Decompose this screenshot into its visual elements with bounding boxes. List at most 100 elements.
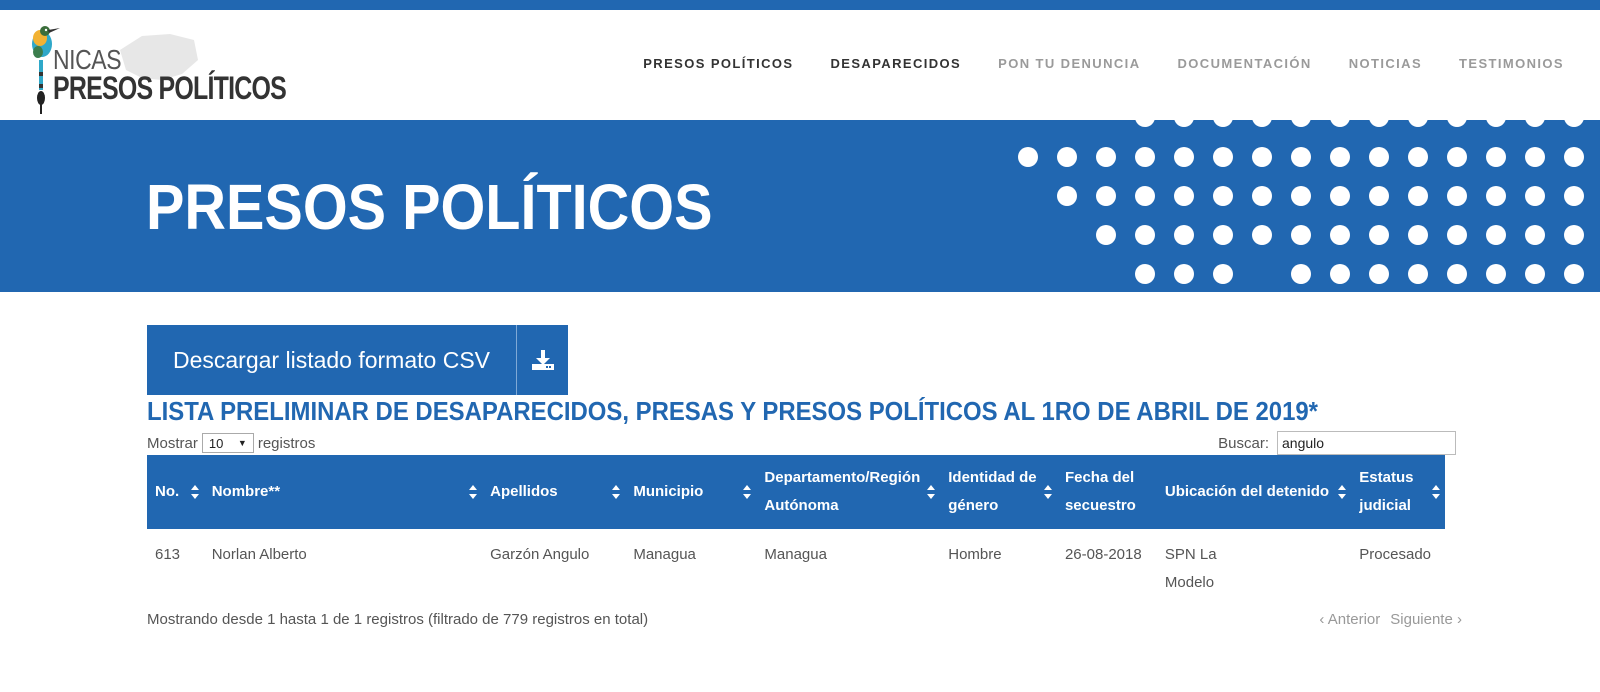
col-header-label: Ubicación del detenido [1164, 483, 1330, 500]
col-header-departamento[interactable]: Departamento/Región Autónoma [756, 455, 941, 529]
download-icon [516, 325, 568, 395]
decorative-dot [1135, 120, 1155, 127]
list-title: LISTA PRELIMINAR DE DESAPARECIDOS, PRESA… [147, 396, 1318, 426]
decorative-dot [1525, 186, 1545, 206]
decorative-dot [1408, 264, 1428, 284]
search-label: Buscar: [1218, 434, 1269, 452]
cell-genero: Hombre [948, 546, 1002, 563]
decorative-dot [1135, 147, 1155, 167]
decorative-dot [1174, 225, 1194, 245]
col-header-fecha[interactable]: Fecha del secuestro [1056, 455, 1157, 529]
download-csv-button[interactable]: Descargar listado formato CSV [147, 325, 568, 395]
decorative-dot [1408, 147, 1428, 167]
decorative-dot [1369, 120, 1389, 127]
cell-nombre: Norlan Alberto [211, 546, 307, 563]
col-header-estatus[interactable]: Estatus judicial [1351, 455, 1445, 529]
col-header-label: Fecha del secuestro [1064, 469, 1136, 514]
decorative-dot [1447, 147, 1467, 167]
top-bar [0, 0, 1600, 10]
decorative-dot [1096, 186, 1116, 206]
col-header-municipio[interactable]: Municipio [625, 455, 757, 529]
cell-no: 613 [155, 546, 181, 563]
table-row: 613 Norlan Alberto Garzón Angulo Managua… [147, 529, 1445, 609]
col-header-genero[interactable]: Identidad de género [940, 455, 1057, 529]
site-header: NICAS PRESOS POLÍTICOS PRESOS POLÍTICOS … [0, 10, 1600, 120]
nav-pon-tu-denuncia[interactable]: PON TU DENUNCIA [998, 56, 1140, 71]
decorative-dot [1486, 147, 1506, 167]
page-length-control: Mostrar 10 ▼ registros [147, 433, 315, 453]
decorative-dot [1096, 147, 1116, 167]
decorative-dot [1213, 264, 1233, 284]
decorative-dot [1486, 225, 1506, 245]
decorative-dot [1291, 264, 1311, 284]
cell-departamento: Managua [764, 546, 827, 563]
cell-ubicacion: SPN La Modelo [1164, 546, 1217, 591]
decorative-dot [1291, 120, 1311, 127]
decorative-dot [1291, 186, 1311, 206]
pagination-next[interactable]: Siguiente › [1390, 611, 1462, 628]
decorative-dot [1525, 120, 1545, 127]
decorative-dot [1213, 225, 1233, 245]
decorative-dot [1252, 225, 1272, 245]
hero-banner: PRESOS POLÍTICOS [0, 120, 1600, 292]
site-logo[interactable]: NICAS PRESOS POLÍTICOS [20, 18, 287, 118]
cell-municipio: Managua [633, 546, 696, 563]
col-header-no[interactable]: No. [147, 455, 204, 529]
col-header-label: Departamento/Región Autónoma [764, 469, 921, 514]
nav-documentacion[interactable]: DOCUMENTACIÓN [1177, 56, 1311, 71]
decorative-dot [1447, 186, 1467, 206]
decorative-dot [1018, 147, 1038, 167]
page-length-select[interactable]: 10 ▼ [201, 433, 254, 453]
decorative-dot [1252, 186, 1272, 206]
sort-icon [1043, 485, 1052, 499]
chevron-left-icon: ‹ [1319, 611, 1325, 628]
decorative-dot [1174, 120, 1194, 127]
nav-testimonios[interactable]: TESTIMONIOS [1459, 56, 1564, 71]
decorative-dot [1369, 147, 1389, 167]
chevron-right-icon: › [1457, 611, 1462, 628]
nav-noticias[interactable]: NOTICIAS [1349, 56, 1422, 71]
decorative-dot [1564, 225, 1584, 245]
sort-icon [1338, 485, 1347, 499]
decorative-dot [1564, 264, 1584, 284]
col-header-label: Identidad de género [948, 469, 1037, 514]
decorative-dot [1252, 147, 1272, 167]
sort-icon [612, 485, 621, 499]
decorative-dot [1213, 147, 1233, 167]
col-header-label: Apellidos [490, 483, 558, 500]
pagination-previous-label: Anterior [1327, 611, 1381, 628]
decorative-dot [1057, 147, 1077, 167]
decorative-dot [1291, 147, 1311, 167]
nav-desaparecidos[interactable]: DESAPARECIDOS [830, 56, 961, 71]
decorative-dot [1174, 264, 1194, 284]
col-header-apellidos[interactable]: Apellidos [482, 455, 626, 529]
col-header-label: Municipio [633, 483, 704, 500]
search-control: Buscar: [1218, 431, 1456, 455]
decorative-dot [1369, 225, 1389, 245]
pagination: ‹ Anterior Siguiente › [1319, 611, 1462, 628]
decorative-dot [1291, 225, 1311, 245]
decorative-dot [1525, 225, 1545, 245]
search-input[interactable] [1277, 431, 1456, 455]
decorative-dot [1135, 186, 1155, 206]
main-nav: PRESOS POLÍTICOS DESAPARECIDOS PON TU DE… [643, 56, 1564, 71]
decorative-dot [1447, 264, 1467, 284]
nav-presos-politicos[interactable]: PRESOS POLÍTICOS [643, 56, 793, 71]
decorative-dot [1564, 186, 1584, 206]
col-header-ubicacion[interactable]: Ubicación del detenido [1156, 455, 1352, 529]
decorative-dot [1369, 186, 1389, 206]
decorative-dot [1408, 186, 1428, 206]
col-header-nombre[interactable]: Nombre** [203, 455, 483, 529]
logo-text-presos-politicos: PRESOS POLÍTICOS [53, 70, 287, 106]
sort-icon [1432, 485, 1440, 499]
pagination-previous[interactable]: ‹ Anterior [1319, 611, 1380, 628]
decorative-dot [1330, 120, 1350, 127]
decorative-dot [1564, 147, 1584, 167]
decorative-dot [1525, 147, 1545, 167]
decorative-dot [1447, 120, 1467, 127]
page-title: PRESOS POLÍTICOS [146, 171, 713, 243]
decorative-dot [1330, 147, 1350, 167]
col-header-label: Estatus judicial [1359, 469, 1414, 514]
decorative-dot [1486, 120, 1506, 127]
decorative-dot [1057, 186, 1077, 206]
